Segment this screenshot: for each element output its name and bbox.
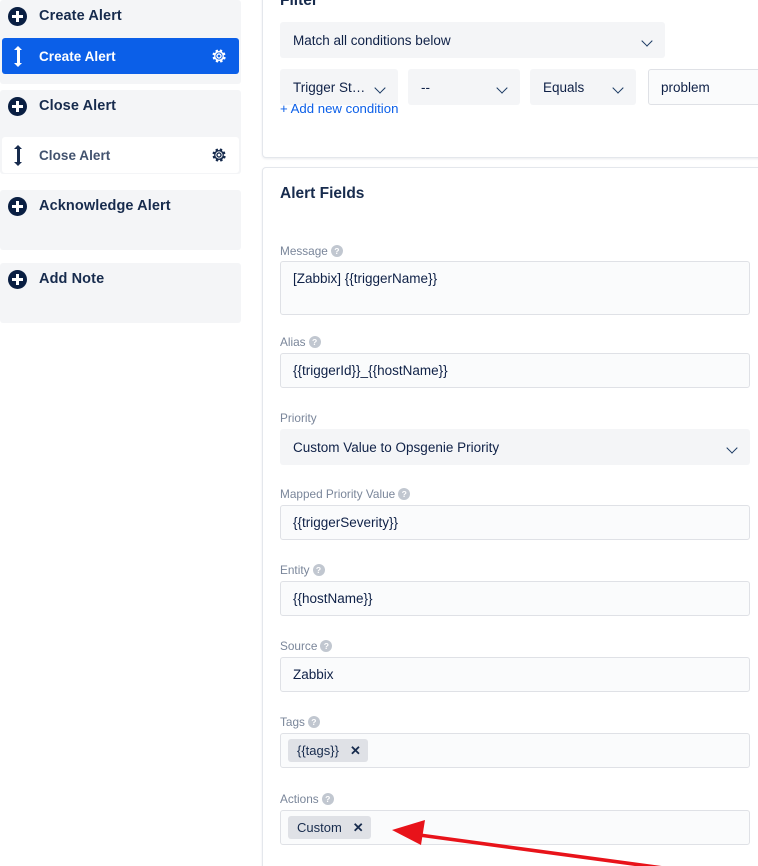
up-down-arrow-icon bbox=[12, 144, 25, 166]
plus-circle-icon bbox=[8, 196, 27, 216]
mapped-priority-value-input[interactable]: {{triggerSeverity}} bbox=[280, 505, 750, 540]
field-label-text: Alias bbox=[280, 335, 306, 349]
alert-fields-panel: Alert Fields Message ? [Zabbix] {{trigge… bbox=[262, 167, 758, 866]
condition-key-value: -- bbox=[421, 79, 430, 95]
sidebar-item-create-alert[interactable]: Create Alert bbox=[2, 38, 239, 74]
alert-fields-title: Alert Fields bbox=[280, 185, 365, 202]
field-label-text: Priority bbox=[280, 411, 317, 425]
priority-select[interactable]: Custom Value to Opsgenie Priority bbox=[280, 429, 750, 465]
tag-chip-label: {{tags}} bbox=[297, 743, 339, 758]
group-header-label: Acknowledge Alert bbox=[39, 198, 171, 214]
field-label-source: Source ? bbox=[280, 639, 333, 653]
mapped-priority-value: {{triggerSeverity}} bbox=[293, 515, 399, 530]
chevron-down-icon bbox=[642, 37, 654, 44]
group-header-label: Create Alert bbox=[39, 8, 122, 24]
action-sidebar: Create Alert Create Alert Close Alert Cl… bbox=[0, 0, 241, 866]
sidebar-item-label: Close Alert bbox=[39, 147, 111, 163]
help-icon[interactable]: ? bbox=[307, 716, 320, 728]
group-header-add-note[interactable]: Add Note bbox=[0, 263, 241, 295]
action-group-acknowledge-alert: Acknowledge Alert bbox=[0, 190, 241, 250]
chevron-down-icon bbox=[497, 84, 509, 91]
condition-field-select[interactable]: Trigger Sta... bbox=[280, 69, 398, 105]
help-icon[interactable]: ? bbox=[321, 793, 334, 805]
filter-panel: Filter Match all conditions below Trigge… bbox=[262, 0, 758, 158]
entity-input[interactable]: {{hostName}} bbox=[280, 581, 750, 616]
field-label-tags: Tags ? bbox=[280, 715, 320, 729]
gear-icon[interactable] bbox=[211, 147, 227, 163]
action-chip-label: Custom bbox=[297, 820, 342, 835]
alias-value: {{triggerId}}_{{hostName}} bbox=[293, 363, 448, 378]
field-label-priority: Priority bbox=[280, 411, 317, 425]
field-label-text: Source bbox=[280, 639, 318, 653]
field-label-mapped-priority-value: Mapped Priority Value ? bbox=[280, 487, 411, 501]
sidebar-item-label: Create Alert bbox=[39, 48, 116, 64]
help-icon[interactable]: ? bbox=[320, 640, 333, 652]
condition-operator-select[interactable]: Equals bbox=[530, 69, 636, 105]
close-icon[interactable]: ✕ bbox=[350, 744, 361, 757]
source-input[interactable]: Zabbix bbox=[280, 657, 750, 692]
condition-field-value: Trigger Sta... bbox=[293, 79, 369, 95]
chevron-down-icon bbox=[375, 84, 387, 91]
condition-key-select[interactable]: -- bbox=[408, 69, 520, 105]
field-label-text: Mapped Priority Value bbox=[280, 487, 396, 501]
condition-value-input[interactable]: problem bbox=[648, 69, 758, 105]
help-icon[interactable]: ? bbox=[308, 336, 321, 348]
field-label-text: Entity bbox=[280, 563, 310, 577]
actions-chip-input[interactable]: Custom ✕ bbox=[280, 810, 750, 845]
field-label-text: Message bbox=[280, 244, 328, 258]
entity-value: {{hostName}} bbox=[293, 591, 373, 606]
condition-value-text: problem bbox=[661, 79, 710, 95]
field-label-text: Tags bbox=[280, 715, 305, 729]
plus-circle-icon bbox=[8, 6, 27, 26]
condition-operator-value: Equals bbox=[543, 79, 585, 95]
tag-chip[interactable]: {{tags}} ✕ bbox=[288, 739, 368, 762]
group-header-acknowledge-alert[interactable]: Acknowledge Alert bbox=[0, 190, 241, 222]
message-textarea[interactable]: [Zabbix] {{triggerName}} bbox=[280, 261, 750, 315]
up-down-arrow-icon bbox=[12, 45, 25, 67]
gear-icon[interactable] bbox=[211, 48, 227, 64]
plus-circle-icon bbox=[8, 269, 27, 289]
help-icon[interactable]: ? bbox=[330, 245, 343, 257]
group-header-label: Close Alert bbox=[39, 98, 117, 114]
field-label-alias: Alias ? bbox=[280, 335, 321, 349]
help-icon[interactable]: ? bbox=[398, 488, 411, 500]
match-conditions-value: Match all conditions below bbox=[293, 32, 451, 48]
add-new-condition-link[interactable]: + Add new condition bbox=[280, 101, 398, 116]
close-icon[interactable]: ✕ bbox=[353, 821, 364, 834]
chevron-down-icon bbox=[613, 84, 625, 91]
field-label-message: Message ? bbox=[280, 244, 343, 258]
field-label-actions: Actions ? bbox=[280, 792, 334, 806]
group-header-create-alert[interactable]: Create Alert bbox=[0, 0, 241, 32]
match-conditions-select[interactable]: Match all conditions below bbox=[280, 22, 665, 58]
source-value: Zabbix bbox=[293, 667, 334, 682]
help-icon[interactable]: ? bbox=[312, 564, 325, 576]
group-header-close-alert[interactable]: Close Alert bbox=[0, 90, 241, 122]
action-group-add-note: Add Note bbox=[0, 263, 241, 323]
app-root: Create Alert Create Alert Close Alert Cl… bbox=[0, 0, 758, 866]
tags-chip-input[interactable]: {{tags}} ✕ bbox=[280, 733, 750, 768]
chevron-down-icon bbox=[727, 444, 739, 451]
field-label-entity: Entity ? bbox=[280, 563, 325, 577]
group-header-label: Add Note bbox=[39, 271, 105, 287]
filter-panel-title: Filter bbox=[280, 0, 318, 9]
plus-circle-icon bbox=[8, 96, 27, 116]
action-chip[interactable]: Custom ✕ bbox=[288, 816, 371, 839]
priority-value: Custom Value to Opsgenie Priority bbox=[293, 439, 500, 455]
message-value: [Zabbix] {{triggerName}} bbox=[293, 271, 438, 286]
alias-input[interactable]: {{triggerId}}_{{hostName}} bbox=[280, 353, 750, 388]
sidebar-item-close-alert[interactable]: Close Alert bbox=[2, 137, 239, 173]
field-label-text: Actions bbox=[280, 792, 319, 806]
